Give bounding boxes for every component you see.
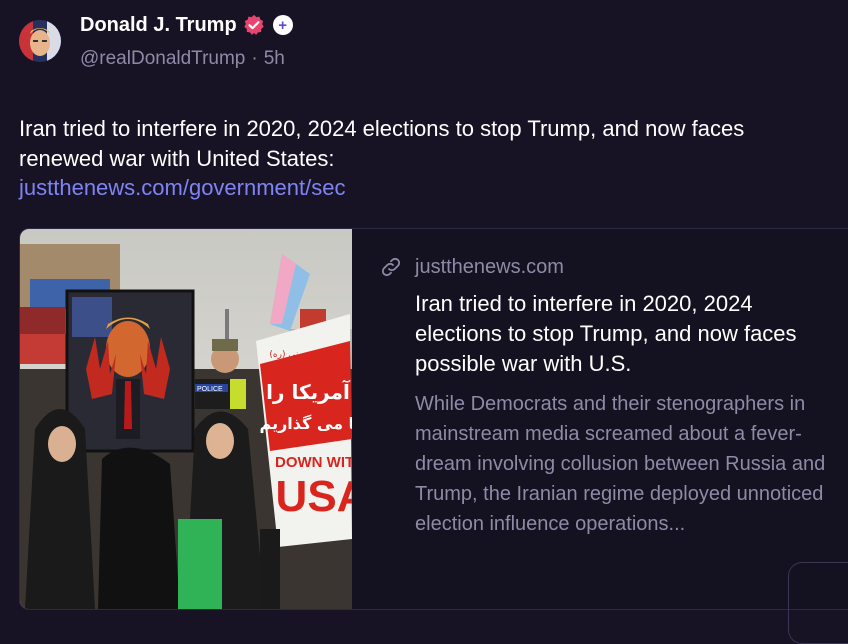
avatar[interactable] [19, 20, 61, 62]
post-link[interactable]: justthenews.com/government/sec [19, 173, 829, 203]
author-row: Donald J. Trump + [80, 12, 293, 38]
action-button-corner[interactable] [788, 562, 848, 644]
post-meta: @realDonaldTrump · 5h [80, 48, 285, 70]
sign-text-2: USA [276, 472, 352, 521]
post-body: Iran tried to interfere in 2020, 2024 el… [19, 116, 745, 171]
sign-arabic-mid: آمریکا را [266, 379, 351, 404]
post-time[interactable]: 5h [264, 48, 285, 70]
post-text: Iran tried to interfere in 2020, 2024 el… [19, 114, 829, 203]
card-domain-row: justthenews.com [379, 255, 799, 279]
sign-text-1: DOWN WITH [275, 454, 352, 471]
card-description: While Democrats and their stenographers … [415, 393, 826, 535]
sign-arabic-top: امام خمینی (ره) [269, 350, 330, 360]
plus-badge-icon: + [272, 15, 293, 35]
author-name[interactable]: Donald J. Trump [80, 14, 237, 37]
card-domain: justthenews.com [415, 255, 564, 278]
link-preview-image: POLICE امام خمینی (ره) آمریکا را ما می گ… [20, 229, 352, 609]
card-title: Iran tried to interfere in 2020, 2024 el… [415, 291, 797, 376]
sign-arabic-low: ما می گذاریم [260, 414, 352, 433]
police-label: POLICE [197, 386, 223, 393]
avatar-image [19, 20, 61, 62]
card-body: justthenews.com Iran tried to interfere … [379, 255, 825, 539]
meta-separator: · [251, 48, 258, 69]
verified-check-icon [243, 14, 264, 35]
link-icon [381, 257, 401, 277]
link-preview-card[interactable]: POLICE امام خمینی (ره) آمریکا را ما می گ… [19, 228, 848, 610]
author-handle[interactable]: @realDonaldTrump [80, 48, 245, 70]
